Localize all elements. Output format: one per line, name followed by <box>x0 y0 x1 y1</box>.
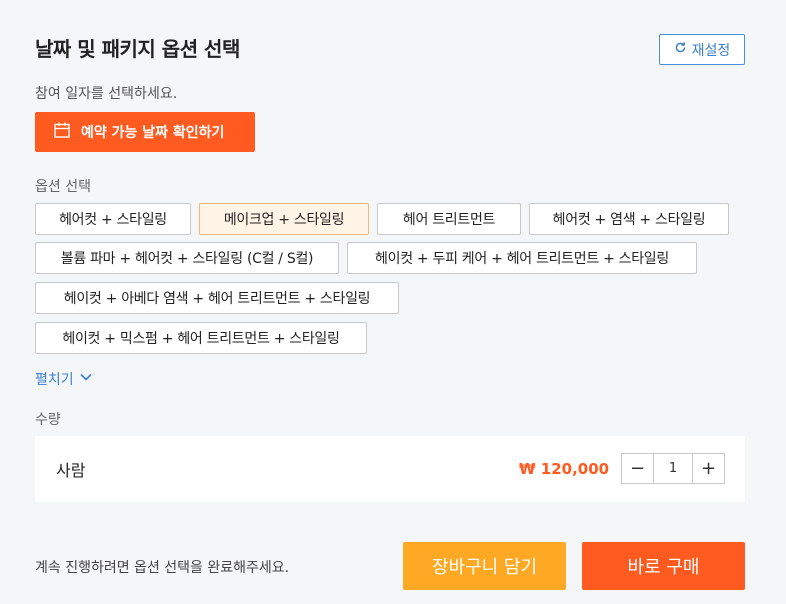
quantity-stepper: − 1 + <box>621 453 725 484</box>
options-heading: 옵션 선택 <box>35 179 91 195</box>
quantity-heading: 수량 <box>35 412 61 428</box>
option-chip[interactable]: 헤이컷 + 두피 케어 + 헤어 트리트먼트 + 스타일링 <box>347 242 697 274</box>
page-title: 날짜 및 패키지 옵션 선택 <box>35 37 240 61</box>
reset-label: 재설정 <box>691 42 731 59</box>
option-chip[interactable]: 헤이컷 + 믹스펌 + 헤어 트리트먼트 + 스타일링 <box>35 322 367 354</box>
buy-now-button[interactable]: 바로 구매 <box>582 542 745 590</box>
decrement-button[interactable]: − <box>622 454 653 483</box>
expand-label: 펼치기 <box>35 372 74 388</box>
completion-notice: 계속 진행하려면 옵션 선택을 완료해주세요. <box>35 560 290 576</box>
person-label: 사람 <box>56 461 86 480</box>
check-dates-label: 예약 가능 날짜 확인하기 <box>81 125 225 141</box>
option-chip[interactable]: 헤이컷 + 아베다 염색 + 헤어 트리트먼트 + 스타일링 <box>35 282 399 314</box>
chevron-down-icon <box>79 370 93 388</box>
calendar-icon <box>53 121 71 143</box>
option-chip[interactable]: 헤어 트리트먼트 <box>377 203 521 235</box>
quantity-row: 사람 ₩ 120,000 − 1 + <box>35 436 745 502</box>
option-chip[interactable]: 볼륨 파마 + 헤어컷 + 스타일링 (C컬 / S컬) <box>35 242 339 274</box>
check-dates-button[interactable]: 예약 가능 날짜 확인하기 <box>35 112 255 152</box>
price: ₩ 120,000 <box>519 460 610 478</box>
option-chip-selected[interactable]: 메이크업 + 스타일링 <box>199 203 369 235</box>
option-chip[interactable]: 헤어컷 + 염색 + 스타일링 <box>529 203 729 235</box>
option-chip[interactable]: 헤어컷 + 스타일링 <box>35 203 191 235</box>
add-to-cart-button[interactable]: 장바구니 담기 <box>403 542 566 590</box>
quantity-value[interactable]: 1 <box>653 454 693 483</box>
expand-options-link[interactable]: 펼치기 <box>35 369 93 389</box>
reset-button[interactable]: 재설정 <box>659 34 745 65</box>
refresh-icon <box>674 41 687 58</box>
increment-button[interactable]: + <box>693 454 724 483</box>
date-prompt: 참여 일자를 선택하세요. <box>35 86 178 102</box>
